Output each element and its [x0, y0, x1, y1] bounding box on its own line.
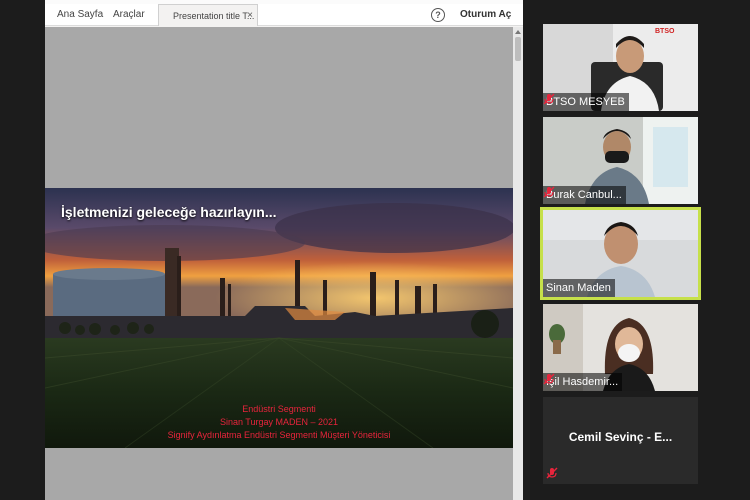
participant-name: BTSO MESYEB — [546, 96, 625, 108]
participant-name: Sinan Maden — [546, 282, 611, 294]
tab-document[interactable]: Presentation title T... × — [158, 4, 258, 26]
participant-name-tag: Işil Hasdemir... — [543, 373, 623, 391]
presentation-slide: İşletmenizi geleceğe hazırlayın... Endüs… — [45, 188, 513, 448]
participant-name: Burak Canbul... — [546, 189, 622, 201]
mic-muted-icon — [543, 373, 555, 385]
slide-footer-line-3: Signify Aydınlatma Endüstri Segmenti Müş… — [167, 430, 391, 440]
participant-panel: BTSO BTSO MESYEB Burak Canbul... Sinan M… — [523, 0, 750, 500]
mic-muted-icon — [543, 186, 555, 198]
slide-headline: İşletmenizi geleceğe hazırlayın... — [61, 204, 277, 220]
mic-muted-icon — [543, 93, 555, 105]
mic-muted-icon — [546, 467, 558, 479]
participant-tile-active[interactable]: Sinan Maden — [540, 207, 701, 300]
participant-name-tag: Sinan Maden — [543, 279, 615, 297]
scroll-thumb[interactable] — [515, 37, 521, 61]
participant-tile[interactable]: Burak Canbul... — [543, 117, 698, 204]
tab-tools[interactable]: Araçlar — [113, 4, 145, 26]
slide-footer-line-2: Sinan Turgay MADEN – 2021 — [219, 417, 339, 427]
slide-footer-line-1: Endüstri Segmenti — [242, 404, 316, 414]
viewer-window: Ana Sayfa Araçlar Presentation title T..… — [45, 0, 523, 500]
document-canvas[interactable]: İşletmenizi geleceğe hazırlayın... Endüs… — [45, 27, 513, 500]
tab-home[interactable]: Ana Sayfa — [57, 4, 103, 26]
participant-display-name: Cemil Sevinç - E... — [568, 430, 673, 444]
sign-in-button[interactable]: Oturum Aç — [460, 4, 511, 26]
vertical-scrollbar[interactable] — [513, 27, 523, 500]
scroll-up-icon[interactable] — [515, 30, 521, 34]
participant-tile[interactable]: Işil Hasdemir... — [543, 304, 698, 391]
tab-document-label: Presentation title T... — [173, 11, 255, 21]
btso-logo: BTSO — [655, 28, 675, 35]
participant-name: Işil Hasdemir... — [546, 376, 619, 388]
close-icon[interactable]: × — [247, 5, 253, 27]
participant-tile-video-off[interactable]: Cemil Sevinç - E... — [543, 397, 698, 484]
tab-bar: Ana Sayfa Araçlar Presentation title T..… — [45, 4, 523, 26]
help-icon[interactable]: ? — [431, 8, 445, 22]
participant-name-tag: BTSO MESYEB — [543, 93, 629, 111]
participant-tile[interactable]: BTSO BTSO MESYEB — [543, 24, 698, 111]
participant-name-tag: Burak Canbul... — [543, 186, 626, 204]
